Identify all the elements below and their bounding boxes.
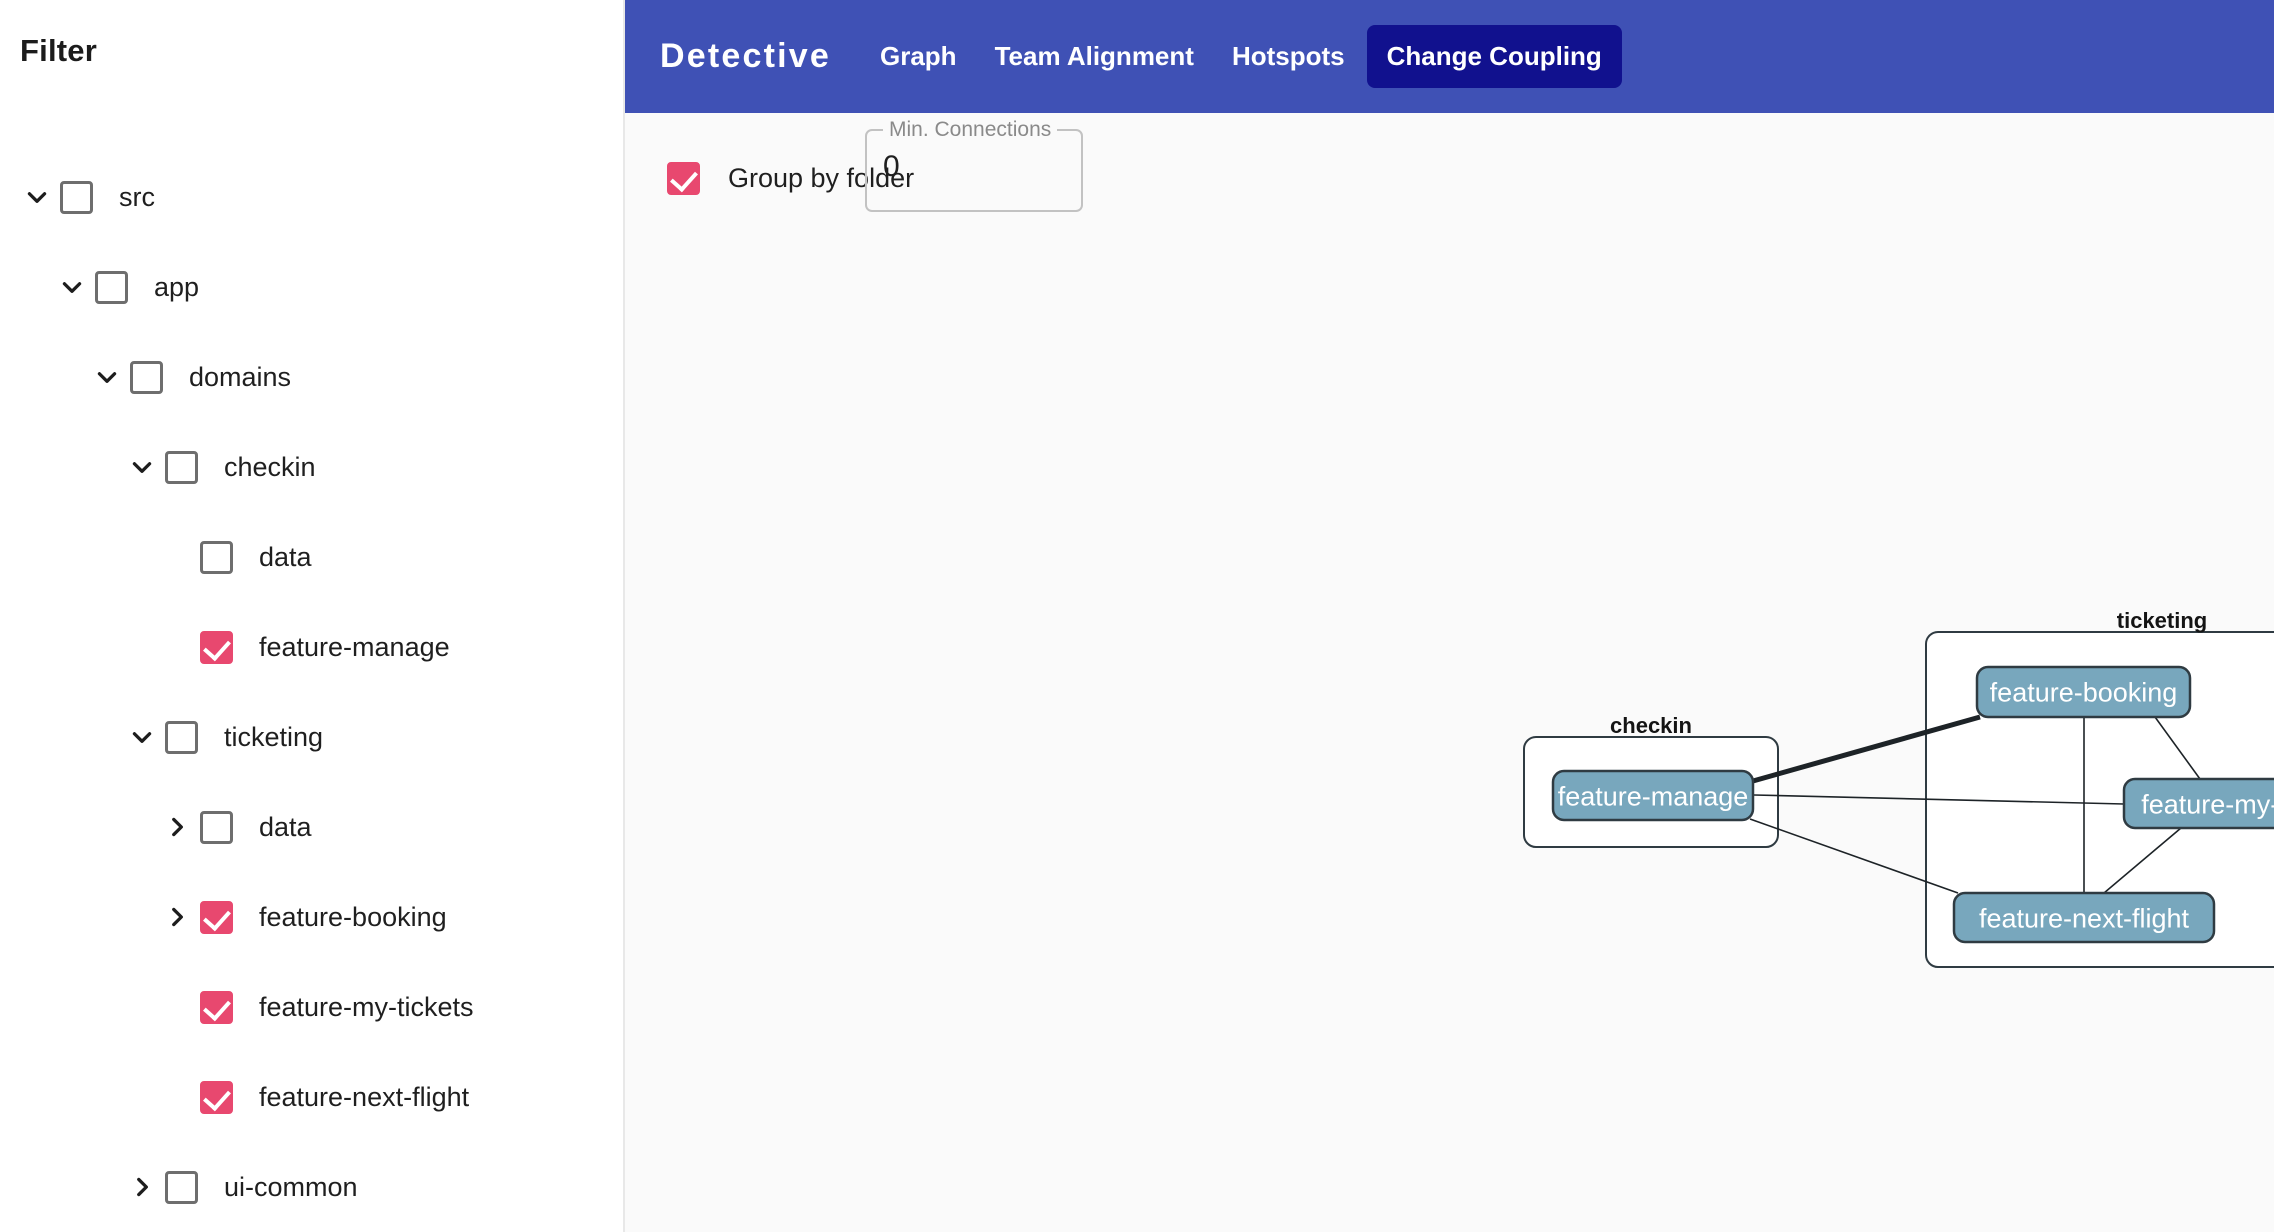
tree-item-feature-my-tickets[interactable]: feature-my-tickets bbox=[0, 962, 623, 1052]
tree-item-label: src bbox=[119, 181, 155, 212]
tree-item-feature-manage[interactable]: feature-manage bbox=[0, 602, 623, 692]
tree-item-data[interactable]: data bbox=[0, 782, 623, 872]
graph-node-feature-booking[interactable] bbox=[1975, 665, 2192, 719]
chevron-down-icon[interactable] bbox=[14, 174, 60, 220]
tree-item-label: feature-booking bbox=[259, 901, 447, 932]
tree-checkbox-checkin[interactable] bbox=[165, 450, 198, 484]
check-icon bbox=[203, 1082, 231, 1111]
coupling-graph[interactable]: checkin ticketing feature-manage feature-bo… bbox=[625, 263, 2274, 1232]
tree-item-label: feature-my-tickets bbox=[259, 991, 474, 1022]
tree-item-ui-common[interactable]: ui-common bbox=[0, 1142, 623, 1232]
min-connections-label: Min. Connections bbox=[883, 117, 1058, 143]
chevron-placeholder-icon bbox=[154, 624, 200, 670]
app-header: Detective Graph Team Alignment Hotspots Cha… bbox=[625, 0, 2274, 113]
tree-item-label: data bbox=[259, 541, 312, 572]
chevron-right-icon[interactable] bbox=[119, 1164, 165, 1210]
tree-item-label: feature-next-flight bbox=[259, 1081, 470, 1112]
tree-item-feature-next-flight[interactable]: feature-next-flight bbox=[0, 1052, 623, 1142]
tree-item-label: app bbox=[154, 271, 200, 302]
tree-item-ticketing[interactable]: ticketing bbox=[0, 692, 623, 782]
tree-item-feature-booking[interactable]: feature-booking bbox=[0, 872, 623, 962]
tree-item-label: data bbox=[259, 811, 312, 842]
tree-item-label: ticketing bbox=[224, 721, 324, 752]
app-root: Filter src app domains checkin data feature-m… bbox=[0, 0, 2274, 1232]
chevron-placeholder-icon bbox=[154, 984, 200, 1030]
tree-checkbox-data[interactable] bbox=[200, 810, 233, 844]
graph-controls: Group by folder Min. Connections 0 bbox=[625, 113, 2274, 263]
chevron-down-icon[interactable] bbox=[119, 444, 165, 490]
chevron-placeholder-icon bbox=[154, 1074, 200, 1120]
tree-item-label: domains bbox=[189, 361, 292, 392]
tree-item-checkin[interactable]: checkin bbox=[0, 422, 623, 512]
tree-checkbox-app[interactable] bbox=[95, 270, 128, 304]
app-brand: Detective bbox=[660, 37, 831, 75]
check-icon bbox=[670, 163, 698, 193]
tree-item-domains[interactable]: domains bbox=[0, 332, 623, 422]
graph-node-feature-manage[interactable] bbox=[1551, 769, 1755, 822]
min-connections-input[interactable]: 0 bbox=[883, 150, 900, 184]
main-content: Detective Graph Team Alignment Hotspots Cha… bbox=[625, 0, 2274, 1232]
tree-checkbox-src[interactable] bbox=[60, 180, 93, 214]
chevron-right-icon[interactable] bbox=[154, 894, 200, 940]
graph-canvas bbox=[1523, 631, 2274, 968]
graph-group-label-checkin: checkin bbox=[1610, 713, 1692, 738]
min-connections-field[interactable]: Min. Connections 0 bbox=[865, 117, 1083, 212]
tree-checkbox-feature-next-flight[interactable] bbox=[200, 1080, 233, 1114]
chevron-right-icon[interactable] bbox=[154, 804, 200, 850]
chevron-down-icon[interactable] bbox=[84, 354, 130, 400]
tree-item-app[interactable]: app bbox=[0, 242, 623, 332]
tree-checkbox-feature-my-tickets[interactable] bbox=[200, 990, 233, 1024]
tree-checkbox-feature-booking[interactable] bbox=[200, 900, 233, 934]
main-nav: Graph Team Alignment Hotspots Change Coupli… bbox=[864, 25, 1628, 88]
filter-sidebar: Filter src app domains checkin data feature-m… bbox=[0, 0, 625, 1232]
check-icon bbox=[203, 992, 231, 1021]
chevron-down-icon[interactable] bbox=[49, 264, 95, 310]
tree-item-label: checkin bbox=[224, 451, 316, 482]
folder-tree: src app domains checkin data feature-manage ti… bbox=[0, 152, 623, 1232]
tree-item-label: feature-manage bbox=[259, 631, 450, 662]
tree-item-label: ui-common bbox=[224, 1171, 358, 1202]
group-by-folder-checkbox[interactable] bbox=[667, 162, 700, 195]
tree-checkbox-feature-manage[interactable] bbox=[200, 630, 233, 664]
tree-checkbox-domains[interactable] bbox=[130, 360, 163, 394]
nav-tab-change-coupling[interactable]: Change Coupling bbox=[1366, 25, 1622, 88]
nav-tab-graph[interactable]: Graph bbox=[864, 25, 973, 88]
check-icon bbox=[203, 632, 231, 661]
graph-group-label-ticketing: ticketing bbox=[2116, 608, 2208, 633]
tree-item-data[interactable]: data bbox=[0, 512, 623, 602]
graph-node-feature-my-tickets[interactable] bbox=[2122, 777, 2274, 830]
tree-item-src[interactable]: src bbox=[0, 152, 623, 242]
graph-node-feature-next-flight[interactable] bbox=[1952, 891, 2216, 944]
chevron-down-icon[interactable] bbox=[119, 714, 165, 760]
tree-checkbox-ticketing[interactable] bbox=[165, 720, 198, 754]
tree-checkbox-data[interactable] bbox=[200, 540, 233, 574]
tree-checkbox-ui-common[interactable] bbox=[165, 1170, 198, 1204]
nav-tab-team-alignment[interactable]: Team Alignment bbox=[979, 25, 1210, 88]
page-title: Filter bbox=[20, 33, 97, 68]
check-icon bbox=[203, 902, 231, 931]
nav-tab-hotspots[interactable]: Hotspots bbox=[1216, 25, 1361, 88]
chevron-placeholder-icon bbox=[154, 534, 200, 580]
